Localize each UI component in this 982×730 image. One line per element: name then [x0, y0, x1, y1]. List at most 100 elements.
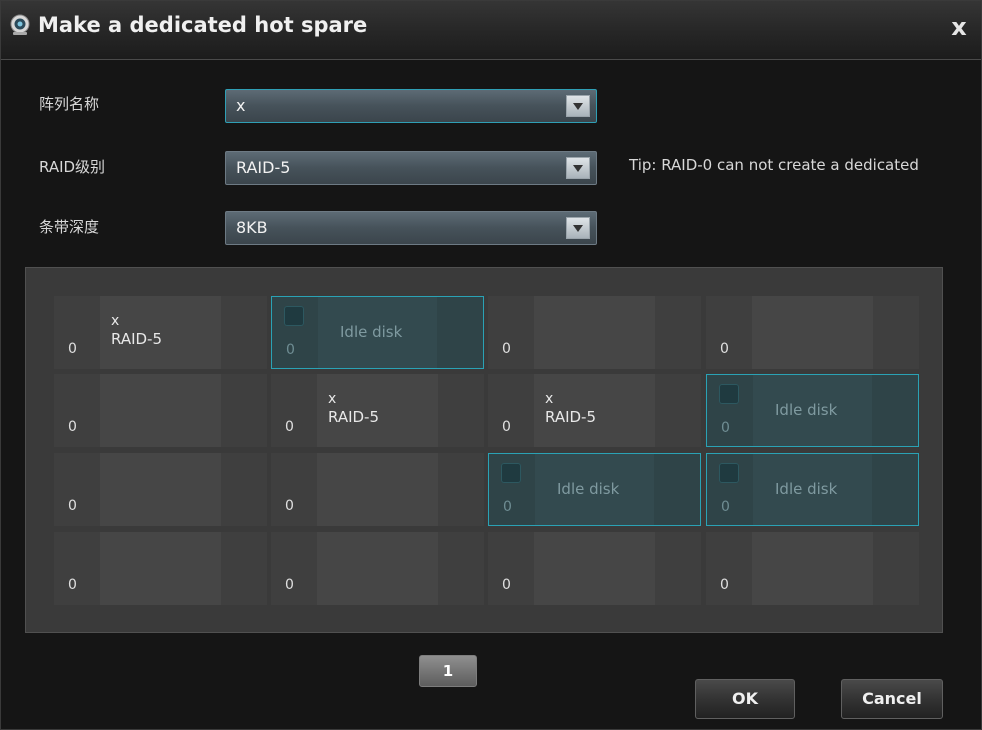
- array-disk-slot: x RAID-5 0: [271, 374, 484, 447]
- slot-right-pane: [873, 296, 919, 369]
- raid-level-label: RAID级别: [39, 158, 106, 176]
- disk-number: 0: [721, 420, 730, 436]
- dialog-title: Make a dedicated hot spare: [38, 13, 368, 37]
- slot-right-pane: [655, 296, 701, 369]
- slot-right-pane: [438, 453, 484, 526]
- array-info: x RAID-5: [545, 390, 596, 426]
- slot-right-pane: [654, 454, 700, 525]
- chevron-down-icon[interactable]: [566, 217, 590, 239]
- array-name: x: [545, 391, 554, 407]
- slot-left-pane: [54, 374, 100, 447]
- disk-slot: 0: [706, 532, 919, 605]
- stripe-depth-select[interactable]: 8KB: [225, 211, 597, 245]
- select-checkbox[interactable]: [719, 384, 739, 404]
- chevron-down-icon[interactable]: [566, 95, 590, 117]
- disk-slot: 0: [488, 532, 701, 605]
- disk-number: 0: [502, 419, 511, 435]
- slot-right-pane: [438, 532, 484, 605]
- disk-slot: 0: [271, 453, 484, 526]
- tip-text: Tip: RAID-0 can not create a dedicated: [629, 156, 919, 174]
- slot-left-pane: [706, 296, 752, 369]
- ok-button[interactable]: OK: [695, 679, 795, 719]
- slot-left-pane: [271, 453, 317, 526]
- disk-number: 0: [503, 499, 512, 515]
- slot-left-pane: [488, 532, 534, 605]
- disk-slot: 0: [54, 453, 267, 526]
- disk-slot: 0: [54, 374, 267, 447]
- slot-right-pane: [873, 532, 919, 605]
- slot-left-pane: [706, 532, 752, 605]
- disk-number: 0: [68, 498, 77, 514]
- disk-slot: 0: [54, 532, 267, 605]
- disk-number: 0: [286, 342, 295, 358]
- disk-number: 0: [502, 341, 511, 357]
- disk-slot: 0: [488, 296, 701, 369]
- stripe-depth-label: 条带深度: [39, 218, 100, 236]
- cancel-button[interactable]: Cancel: [841, 679, 943, 719]
- idle-disk-slot[interactable]: Idle disk 0: [706, 453, 919, 526]
- idle-disk-slot[interactable]: Idle disk 0: [488, 453, 701, 526]
- array-name-select[interactable]: x: [225, 89, 597, 123]
- idle-disk-label: Idle disk: [557, 480, 620, 498]
- select-checkbox[interactable]: [501, 463, 521, 483]
- array-name-value: x: [236, 96, 246, 115]
- slot-left-pane: [54, 453, 100, 526]
- slot-left-pane: [488, 296, 534, 369]
- disk-grid-panel: x RAID-5 0 Idle disk 0 0 0 0 x RAID-5 0 x RAID-5 0 Idl…: [25, 267, 943, 633]
- disk-number: 0: [720, 341, 729, 357]
- slot-right-pane: [655, 374, 701, 447]
- title-bar[interactable]: Make a dedicated hot spare x: [1, 1, 981, 60]
- stripe-depth-value: 8KB: [236, 218, 268, 237]
- slot-right-pane: [221, 374, 267, 447]
- disk-number: 0: [285, 577, 294, 593]
- slot-right-pane: [872, 375, 918, 446]
- slot-right-pane: [438, 374, 484, 447]
- array-info: x RAID-5: [328, 390, 379, 426]
- idle-disk-label: Idle disk: [775, 401, 838, 419]
- array-name-label: 阵列名称: [39, 95, 100, 113]
- slot-right-pane: [872, 454, 918, 525]
- array-raid-level: RAID-5: [545, 408, 597, 426]
- idle-disk-slot[interactable]: Idle disk 0: [706, 374, 919, 447]
- disk-number: 0: [285, 419, 294, 435]
- slot-left-pane: [271, 532, 317, 605]
- array-info: x RAID-5: [111, 312, 162, 348]
- disk-number: 0: [720, 577, 729, 593]
- slot-right-pane: [221, 296, 267, 369]
- array-disk-slot: x RAID-5 0: [54, 296, 267, 369]
- slot-right-pane: [655, 532, 701, 605]
- slot-right-pane: [437, 297, 483, 368]
- close-button[interactable]: x: [945, 13, 973, 41]
- slot-left-pane: [488, 374, 534, 447]
- disk-slot: 0: [706, 296, 919, 369]
- disk-number: 0: [68, 419, 77, 435]
- hot-spare-dialog: Make a dedicated hot spare x 阵列名称 x RAID…: [0, 0, 982, 730]
- app-logo-icon: [10, 14, 30, 35]
- idle-disk-slot[interactable]: Idle disk 0: [271, 296, 484, 369]
- page-button-1[interactable]: 1: [419, 655, 477, 687]
- disk-number: 0: [721, 499, 730, 515]
- select-checkbox[interactable]: [719, 463, 739, 483]
- raid-level-select[interactable]: RAID-5: [225, 151, 597, 185]
- disk-number: 0: [502, 577, 511, 593]
- array-name: x: [111, 313, 120, 329]
- disk-number: 0: [68, 341, 77, 357]
- slot-left-pane: [54, 532, 100, 605]
- disk-slot: 0: [271, 532, 484, 605]
- slot-left-pane: [54, 296, 100, 369]
- disk-number: 0: [68, 577, 77, 593]
- array-raid-level: RAID-5: [328, 408, 380, 426]
- raid-level-value: RAID-5: [236, 158, 291, 177]
- disk-number: 0: [285, 498, 294, 514]
- chevron-down-icon[interactable]: [566, 157, 590, 179]
- array-name: x: [328, 391, 337, 407]
- select-checkbox[interactable]: [284, 306, 304, 326]
- slot-left-pane: [271, 374, 317, 447]
- slot-right-pane: [221, 532, 267, 605]
- slot-right-pane: [221, 453, 267, 526]
- array-disk-slot: x RAID-5 0: [488, 374, 701, 447]
- close-icon: x: [951, 13, 967, 41]
- idle-disk-label: Idle disk: [775, 480, 838, 498]
- array-raid-level: RAID-5: [111, 330, 163, 348]
- idle-disk-label: Idle disk: [340, 323, 403, 341]
